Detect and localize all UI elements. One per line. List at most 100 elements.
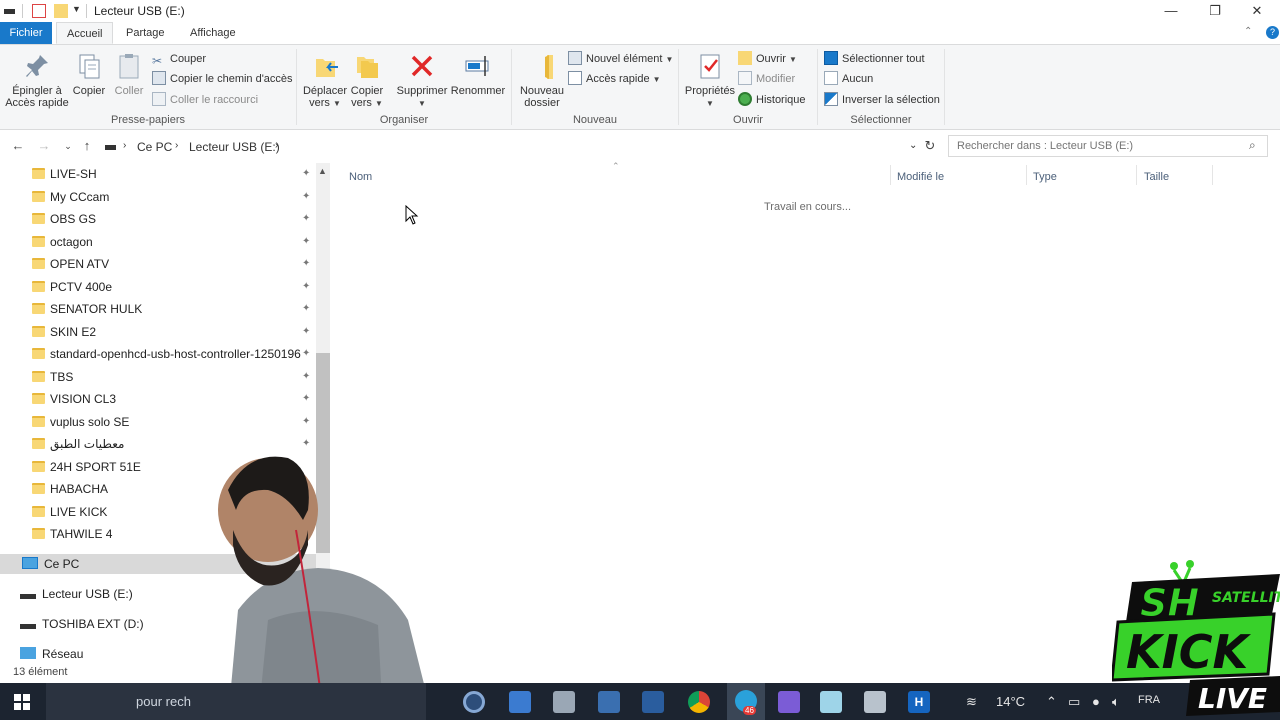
- column-divider[interactable]: [1136, 165, 1137, 185]
- nav-toshiba-drive[interactable]: TOSHIBA EXT (D:): [20, 614, 144, 634]
- nav-folder-item[interactable]: OBS GS ✦: [28, 209, 318, 229]
- back-arrow-icon[interactable]: ←: [10, 138, 26, 154]
- nav-folder-item[interactable]: vuplus solo SE ✦: [28, 412, 318, 432]
- pin-icon[interactable]: ✦: [302, 322, 310, 342]
- pin-icon[interactable]: ✦: [302, 164, 310, 184]
- calculator-icon[interactable]: [598, 691, 620, 713]
- recent-chevron-icon[interactable]: ⌄: [60, 138, 76, 154]
- open-button[interactable]: Ouvrir ▼: [738, 50, 797, 68]
- breadcrumb-this-pc[interactable]: Ce PC: [137, 140, 172, 154]
- properties-button[interactable]: Propriétés ▼: [682, 51, 738, 110]
- search-input[interactable]: [949, 136, 1239, 156]
- crumb-separator-icon[interactable]: ›: [175, 140, 178, 151]
- pin-icon[interactable]: ✦: [302, 389, 310, 409]
- windows-start-icon[interactable]: [14, 694, 30, 710]
- app-network-icon[interactable]: [642, 691, 664, 713]
- breadcrumb-usb-drive[interactable]: Lecteur USB (E:): [189, 140, 280, 154]
- new-folder-button[interactable]: Nouveau dossier: [514, 51, 570, 109]
- camera-app-icon[interactable]: [463, 691, 485, 713]
- cut-button[interactable]: ✂ Couper: [152, 50, 206, 68]
- tab-file[interactable]: Fichier: [0, 22, 52, 44]
- pin-icon[interactable]: ✦: [302, 209, 310, 229]
- nav-folder-item[interactable]: My CCcam ✦: [28, 187, 318, 207]
- restore-button[interactable]: ❐: [1200, 2, 1230, 20]
- easy-access-button[interactable]: Accès rapide ▼: [568, 70, 661, 88]
- paste-button[interactable]: Coller: [110, 51, 148, 97]
- help-icon[interactable]: ?: [1266, 26, 1279, 39]
- column-header-name[interactable]: Nom: [349, 168, 372, 186]
- copy-path-button[interactable]: Copier le chemin d'accès: [152, 70, 293, 88]
- tab-share[interactable]: Partage: [116, 22, 175, 44]
- tab-view[interactable]: Affichage: [180, 22, 246, 44]
- app-printer-icon[interactable]: [864, 691, 886, 713]
- pin-icon[interactable]: ✦: [302, 412, 310, 432]
- pin-icon[interactable]: ✦: [302, 367, 310, 387]
- address-dropdown-icon[interactable]: ⌄: [909, 140, 917, 151]
- nav-folder-item[interactable]: TBS ✦: [28, 367, 318, 387]
- app-notes-icon[interactable]: [820, 691, 842, 713]
- address-field[interactable]: › Ce PC › Lecteur USB (E:) › ⌄: [98, 135, 940, 157]
- column-divider[interactable]: [1212, 165, 1213, 185]
- nav-folder-item[interactable]: octagon ✦: [28, 232, 318, 252]
- pin-icon[interactable]: ✦: [302, 277, 310, 297]
- app-purple-icon[interactable]: [778, 691, 800, 713]
- nav-folder-item[interactable]: SENATOR HULK ✦: [28, 299, 318, 319]
- pin-icon[interactable]: ✦: [302, 344, 310, 364]
- pin-icon[interactable]: ✦: [302, 187, 310, 207]
- column-divider[interactable]: [1026, 165, 1027, 185]
- tab-home[interactable]: Accueil: [56, 22, 114, 44]
- column-header-type[interactable]: Type: [1033, 168, 1057, 186]
- tray-chevron-icon[interactable]: ⌃: [1046, 694, 1057, 710]
- quick-access-dropdown-icon[interactable]: ▼: [72, 4, 86, 18]
- network-status-icon[interactable]: ▭: [1068, 694, 1080, 710]
- chrome-icon[interactable]: [688, 691, 710, 713]
- nav-folder-item[interactable]: standard-openhcd-usb-host-controller-125…: [28, 344, 318, 364]
- new-item-button[interactable]: Nouvel élément ▼: [568, 50, 673, 68]
- scroll-up-icon[interactable]: ▲: [318, 166, 327, 176]
- delete-button[interactable]: Supprimer ▼: [394, 51, 450, 110]
- app-h-icon[interactable]: H: [908, 691, 930, 713]
- column-header-modified[interactable]: Modifié le: [897, 168, 944, 186]
- pin-quick-access-button[interactable]: Épingler à Accès rapide: [4, 51, 70, 109]
- forward-arrow-icon[interactable]: →: [36, 138, 52, 154]
- pin-icon[interactable]: ✦: [302, 299, 310, 319]
- nav-folder-item[interactable]: VISION CL3 ✦: [28, 389, 318, 409]
- app-blue-icon[interactable]: [509, 691, 531, 713]
- app-tools-icon[interactable]: [553, 691, 575, 713]
- up-arrow-icon[interactable]: ↑: [79, 138, 95, 154]
- select-all-button[interactable]: Sélectionner tout: [824, 50, 925, 68]
- refresh-icon[interactable]: ↻: [922, 138, 938, 154]
- rename-button[interactable]: Renommer: [450, 51, 506, 97]
- column-header-size[interactable]: Taille: [1144, 168, 1169, 186]
- pin-icon[interactable]: ✦: [302, 254, 310, 274]
- close-button[interactable]: ✕: [1242, 2, 1272, 20]
- nav-usb-drive[interactable]: Lecteur USB (E:): [20, 584, 133, 604]
- properties-quick-icon[interactable]: [32, 4, 46, 18]
- crumb-separator-icon[interactable]: ›: [123, 140, 126, 151]
- copy-to-button[interactable]: Copier vers ▼: [344, 51, 390, 110]
- nav-folder-item[interactable]: LIVE-SH ✦: [28, 164, 318, 184]
- nav-folder-item[interactable]: PCTV 400e ✦: [28, 277, 318, 297]
- collapse-ribbon-icon[interactable]: ⌃: [1244, 26, 1252, 37]
- copy-button[interactable]: Copier: [70, 51, 108, 97]
- paste-shortcut-button[interactable]: Coller le raccourci: [152, 91, 258, 109]
- invert-selection-button[interactable]: Inverser la sélection: [824, 91, 940, 109]
- select-none-button[interactable]: Aucun: [824, 70, 873, 88]
- column-divider[interactable]: [890, 165, 891, 185]
- weather-icon[interactable]: ≋: [966, 694, 977, 710]
- microphone-icon[interactable]: ●: [1092, 694, 1100, 709]
- nav-folder-item[interactable]: SKIN E2 ✦: [28, 322, 318, 342]
- move-to-button[interactable]: Déplacer vers ▼: [300, 51, 350, 110]
- pin-icon[interactable]: ✦: [302, 232, 310, 252]
- taskbar-search-box[interactable]: pour rech: [46, 683, 426, 720]
- folder-quick-icon[interactable]: [54, 4, 68, 18]
- minimize-button[interactable]: —: [1156, 2, 1186, 20]
- nav-folder-item[interactable]: OPEN ATV ✦: [28, 254, 318, 274]
- search-box[interactable]: ⌕: [948, 135, 1268, 157]
- crumb-separator-icon[interactable]: ›: [275, 140, 278, 151]
- edit-button[interactable]: Modifier: [738, 70, 795, 88]
- history-button[interactable]: Historique: [738, 91, 806, 109]
- temperature[interactable]: 14°C: [996, 694, 1025, 709]
- search-icon[interactable]: ⌕: [1249, 138, 1256, 153]
- nav-network[interactable]: Réseau: [20, 644, 83, 664]
